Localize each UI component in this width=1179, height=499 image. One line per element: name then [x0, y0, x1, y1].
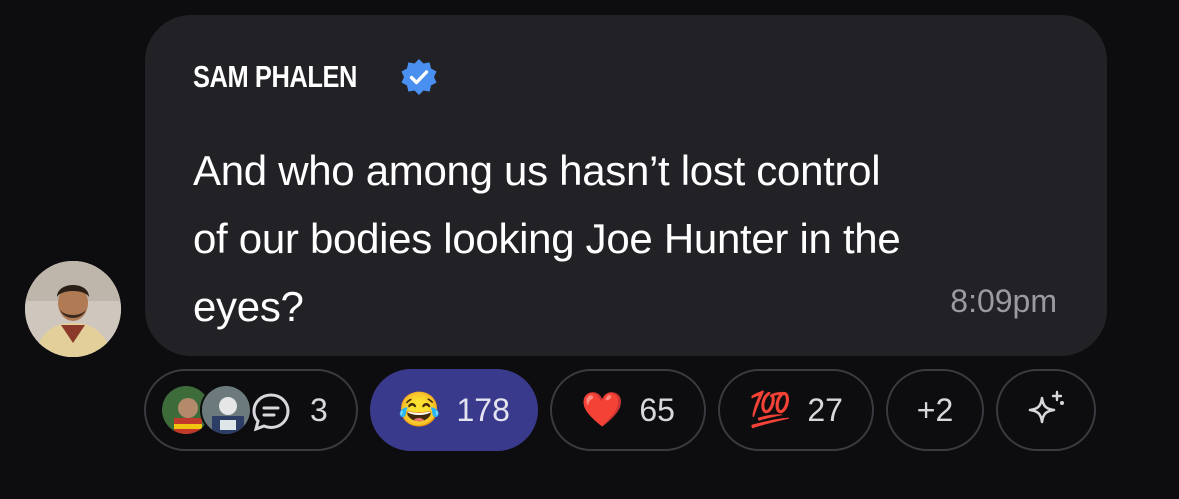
add-reaction-button[interactable]	[996, 369, 1096, 451]
reaction-red-heart[interactable]: ❤️ 65	[550, 369, 706, 451]
avatar-photo	[25, 261, 121, 357]
reaction-count: 178	[456, 391, 510, 428]
message-timestamp: 8:09pm	[950, 283, 1057, 319]
reaction-hundred-points[interactable]: 💯 27	[718, 369, 874, 451]
more-reactions-pill[interactable]: +2	[886, 369, 984, 451]
message-line: eyes?	[193, 283, 304, 330]
message-bubble[interactable]: SAM PHALEN And who among us hasn’t lost …	[145, 15, 1107, 356]
reaction-count: 65	[639, 391, 675, 428]
message-line: And who among us hasn’t lost control	[193, 147, 881, 194]
author-row: SAM PHALEN	[193, 57, 437, 97]
replies-pill[interactable]: 3	[144, 369, 358, 451]
tears-of-joy-emoji: 😂	[398, 391, 441, 429]
more-reactions-label: +2	[916, 391, 954, 428]
author-avatar[interactable]	[25, 261, 121, 357]
reaction-count: 27	[807, 391, 843, 428]
author-name[interactable]: SAM PHALEN	[193, 59, 357, 95]
message-line: of our bodies looking Joe Hunter in the	[193, 215, 901, 262]
chat-screen: SAM PHALEN And who among us hasn’t lost …	[0, 0, 1179, 499]
verified-badge-icon	[401, 59, 437, 95]
red-heart-emoji: ❤️	[581, 391, 624, 429]
reply-avatar	[200, 384, 252, 436]
reaction-tears-of-joy[interactable]: 😂 178	[370, 369, 538, 451]
message-text: And who among us hasn’t lost control of …	[193, 137, 1053, 341]
sparkles-icon	[1028, 390, 1064, 424]
chat-bubble-icon	[252, 393, 290, 432]
hundred-points-emoji: 💯	[749, 391, 792, 429]
replies-count: 3	[310, 391, 328, 428]
